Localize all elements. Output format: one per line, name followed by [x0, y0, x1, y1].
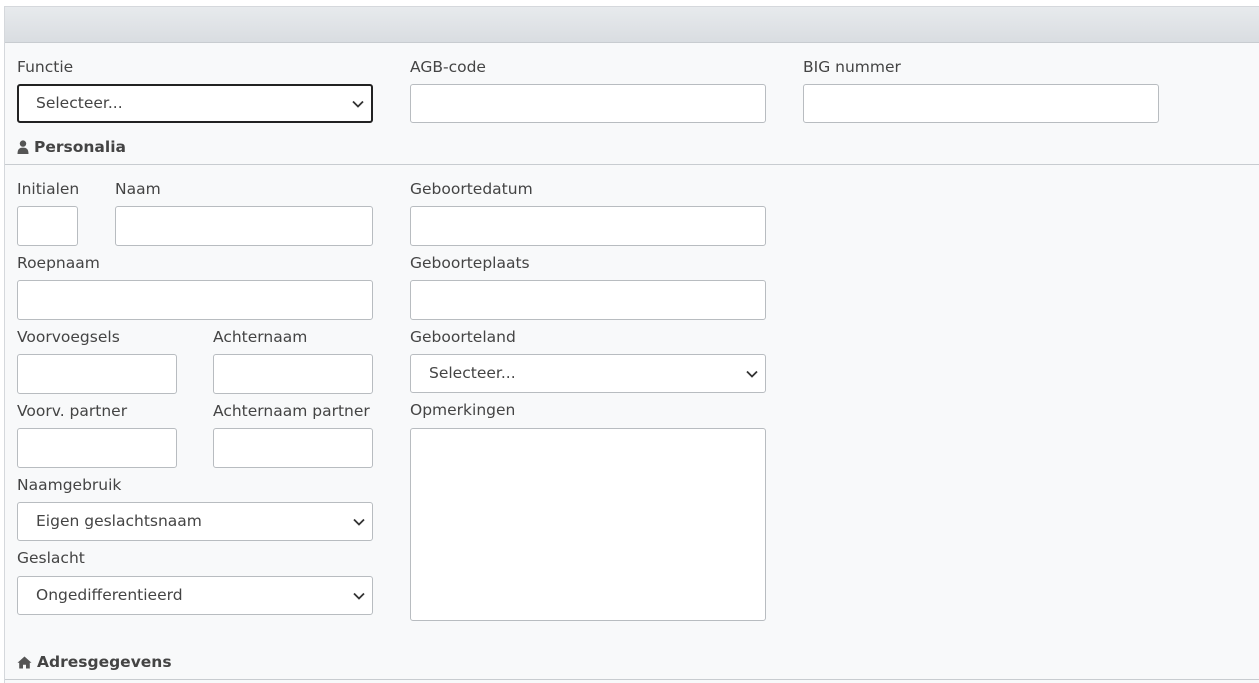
- voorvoegsels-input[interactable]: [17, 354, 177, 394]
- voorv-partner-label: Voorv. partner: [17, 402, 128, 420]
- agb-label: AGB-code: [410, 58, 486, 76]
- geboorteland-label: Geboorteland: [410, 328, 516, 346]
- geboorteplaats-input[interactable]: [410, 280, 766, 320]
- chevron-down-icon: [352, 100, 364, 108]
- geslacht-label: Geslacht: [17, 549, 85, 567]
- roepnaam-input[interactable]: [17, 280, 373, 320]
- achternaam-input[interactable]: [213, 354, 373, 394]
- achternaam-partner-input[interactable]: [213, 428, 373, 468]
- naamgebruik-select[interactable]: Eigen geslachtsnaam: [17, 502, 373, 541]
- voorvoegsels-label: Voorvoegsels: [17, 328, 120, 346]
- roepnaam-label: Roepnaam: [17, 254, 100, 272]
- geboorteland-value: Selecteer...: [429, 364, 516, 382]
- section-divider: [5, 679, 1259, 680]
- initialen-label: Initialen: [17, 180, 80, 198]
- geboorteplaats-label: Geboorteplaats: [410, 254, 530, 272]
- geslacht-select[interactable]: Ongedifferentieerd: [17, 576, 373, 615]
- chevron-down-icon: [353, 592, 365, 600]
- opmerkingen-textarea[interactable]: [410, 428, 766, 621]
- home-icon: [17, 656, 32, 669]
- chevron-down-icon: [746, 370, 758, 378]
- geslacht-value: Ongedifferentieerd: [36, 586, 183, 604]
- naam-input[interactable]: [115, 206, 373, 246]
- geboortedatum-input[interactable]: [410, 206, 766, 246]
- geboortedatum-label: Geboortedatum: [410, 180, 533, 198]
- achternaam-partner-label: Achternaam partner: [213, 402, 370, 420]
- section-personalia-title: Personalia: [34, 138, 126, 156]
- panel-header: [5, 7, 1259, 43]
- section-adresgegevens: Adresgegevens: [17, 652, 172, 672]
- initialen-input[interactable]: [17, 206, 78, 246]
- agb-input[interactable]: [410, 84, 766, 123]
- section-personalia: Personalia: [17, 137, 126, 157]
- opmerkingen-label: Opmerkingen: [410, 401, 516, 419]
- geboorteland-select[interactable]: Selecteer...: [410, 354, 766, 393]
- big-input[interactable]: [803, 84, 1159, 123]
- voorv-partner-input[interactable]: [17, 428, 177, 468]
- functie-value: Selecteer...: [36, 94, 123, 112]
- chevron-down-icon: [353, 518, 365, 526]
- naam-label: Naam: [115, 180, 161, 198]
- section-divider: [5, 164, 1259, 165]
- naamgebruik-value: Eigen geslachtsnaam: [36, 512, 202, 530]
- functie-select[interactable]: Selecteer...: [17, 84, 373, 123]
- section-adresgegevens-title: Adresgegevens: [37, 653, 172, 671]
- form-panel: Functie Selecteer... AGB-code BIG nummer…: [4, 6, 1259, 683]
- user-icon: [17, 140, 29, 154]
- naamgebruik-label: Naamgebruik: [17, 476, 122, 494]
- functie-label: Functie: [17, 58, 74, 76]
- achternaam-label: Achternaam: [213, 328, 308, 346]
- big-label: BIG nummer: [803, 58, 901, 76]
